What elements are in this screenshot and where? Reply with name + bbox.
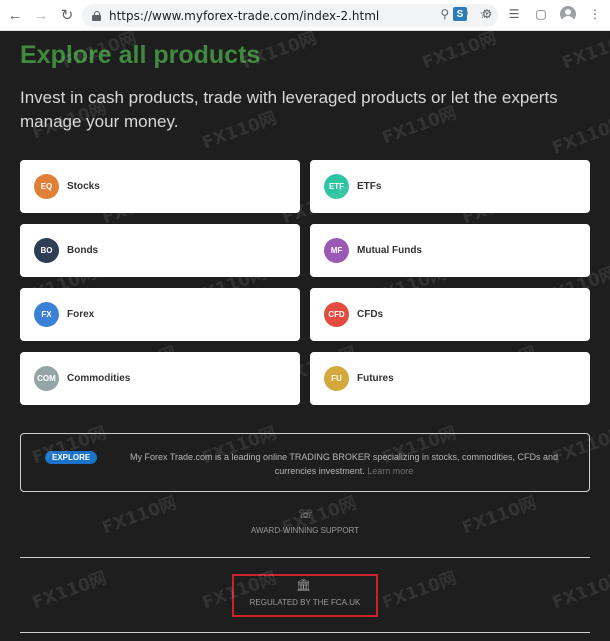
product-card-etfs[interactable]: ETF ETFs	[310, 160, 590, 213]
explore-text: My Forex Trade.com is a leading online T…	[109, 450, 579, 478]
regulation-label: REGULATED BY THE FCA.UK	[249, 598, 361, 607]
product-card-bonds[interactable]: BO Bonds	[20, 224, 300, 277]
product-label: ETFs	[357, 181, 382, 192]
support-label: AWARD-WINNING SUPPORT	[250, 526, 360, 535]
product-label: Stocks	[67, 181, 100, 192]
reading-list-icon[interactable]: ☰	[505, 5, 523, 23]
product-card-cfds[interactable]: CFD CFDs	[310, 288, 590, 341]
product-card-futures[interactable]: FU Futures	[310, 352, 590, 405]
headset-icon: ☏	[298, 507, 314, 521]
address-bar[interactable]: https://www.myforex-trade.com/index-2.ht…	[82, 4, 498, 27]
explore-banner: EXPLORE My Forex Trade.com is a leading …	[20, 433, 590, 492]
url-text[interactable]: https://www.myforex-trade.com/index-2.ht…	[109, 9, 379, 23]
product-badge: BO	[34, 238, 59, 263]
product-label: Bonds	[67, 245, 99, 256]
product-label: Forex	[67, 309, 95, 320]
watermark-text: FX110网	[559, 28, 610, 74]
sidebar-icon[interactable]: ▢	[532, 5, 550, 23]
reload-icon[interactable]: ↻	[56, 4, 78, 26]
product-card-mutual-funds[interactable]: MF Mutual Funds	[310, 224, 590, 277]
product-card-commodities[interactable]: COM Commodities	[20, 352, 300, 405]
bank-icon: 🏛	[296, 578, 312, 592]
product-badge: FX	[34, 302, 59, 327]
zoom-icon[interactable]: ⚲	[440, 7, 449, 21]
lock-icon	[92, 10, 101, 21]
extensions-puzzle-icon[interactable]: ⚙	[478, 5, 496, 23]
product-label: Mutual Funds	[357, 245, 422, 256]
forward-icon[interactable]: →	[30, 4, 52, 26]
product-card-forex[interactable]: FX Forex	[20, 288, 300, 341]
menu-icon[interactable]: ⋮	[586, 5, 604, 23]
product-badge: COM	[34, 366, 59, 391]
product-badge: CFD	[324, 302, 349, 327]
product-badge: EQ	[34, 174, 59, 199]
product-badge: FU	[324, 366, 349, 391]
extension-s-icon[interactable]: S	[451, 5, 469, 23]
watermark-text: FX110网	[29, 568, 110, 614]
explore-description: My Forex Trade.com is a leading online T…	[130, 452, 558, 476]
product-label: Futures	[357, 373, 394, 384]
page-lead: Invest in cash products, trade with leve…	[20, 88, 558, 131]
page-content: Explore all products Invest in cash prod…	[0, 28, 610, 641]
profile-avatar-icon[interactable]	[559, 5, 577, 23]
watermark-text: FX110网	[549, 568, 610, 614]
product-label: CFDs	[357, 309, 384, 320]
product-card-stocks[interactable]: EQ Stocks	[20, 160, 300, 213]
learn-more-link[interactable]: Learn more	[367, 466, 413, 476]
product-badge: MF	[324, 238, 349, 263]
explore-badge: EXPLORE	[45, 451, 98, 464]
watermark-text: FX110网	[379, 568, 460, 614]
watermark-text: FX110网	[419, 28, 500, 74]
browser-toolbar: ← → ↻ https://www.myforex-trade.com/inde…	[0, 0, 610, 31]
divider	[20, 557, 590, 558]
back-icon[interactable]: ←	[4, 4, 26, 26]
divider	[20, 632, 590, 633]
product-label: Commodities	[67, 373, 131, 384]
product-badge: ETF	[324, 174, 349, 199]
page-title: Explore all products	[20, 41, 261, 69]
